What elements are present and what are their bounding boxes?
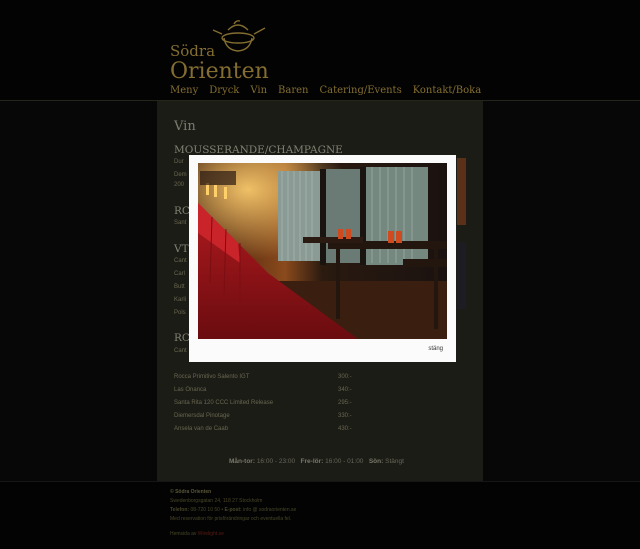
background-image-edge xyxy=(457,242,466,309)
lightbox: stäng xyxy=(189,155,456,362)
background-image-edge xyxy=(457,158,466,225)
close-button[interactable]: stäng xyxy=(428,346,443,352)
lightbox-photo xyxy=(198,163,447,339)
